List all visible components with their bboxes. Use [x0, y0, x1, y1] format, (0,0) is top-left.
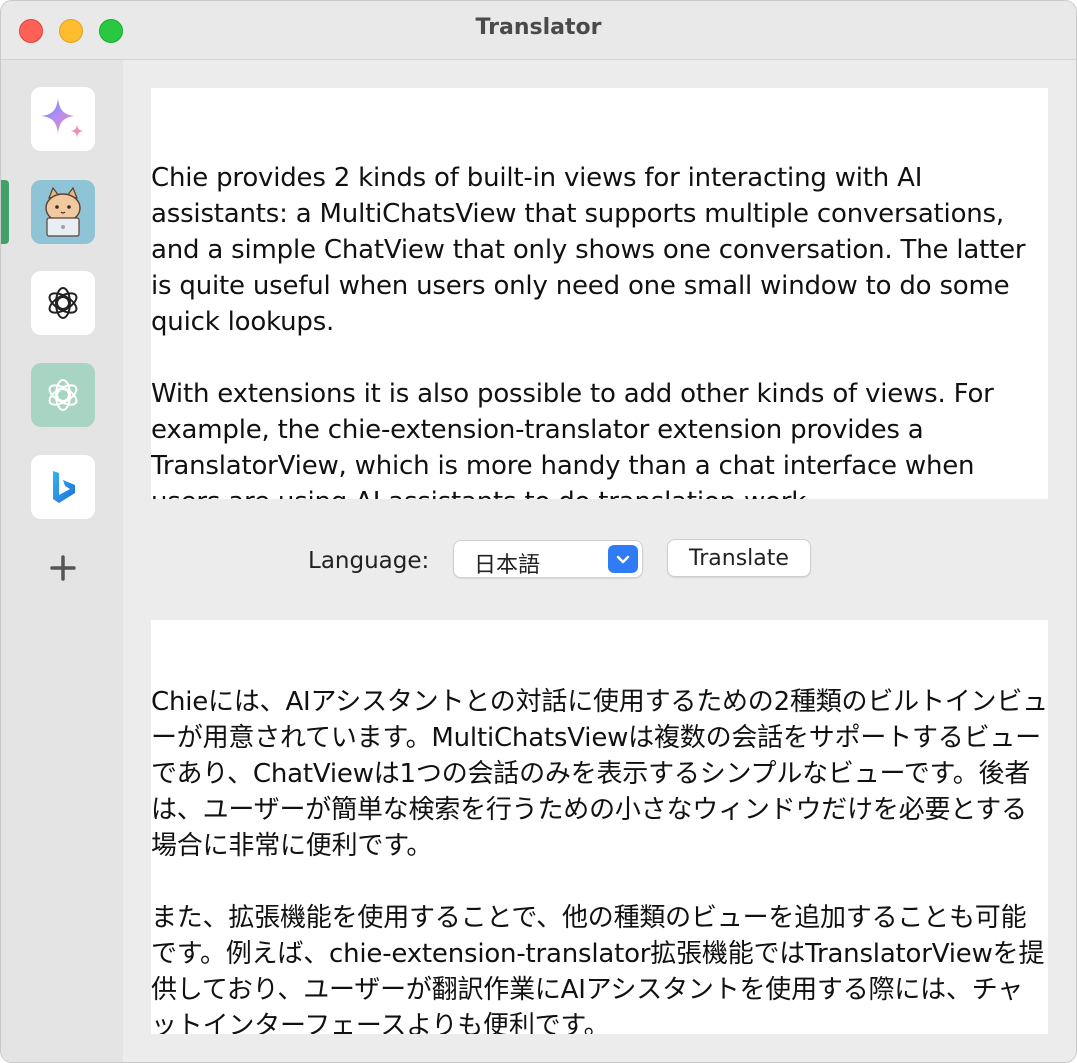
- translate-button[interactable]: Translate: [667, 539, 811, 577]
- source-text-content: Chie provides 2 kinds of built-in views …: [151, 163, 1026, 499]
- openai-icon: [48, 379, 78, 411]
- bing-icon: [53, 471, 75, 503]
- plus-icon: [50, 555, 76, 581]
- translator-view: Chie provides 2 kinds of built-in views …: [123, 60, 1076, 1062]
- add-assistant-button[interactable]: [45, 550, 81, 586]
- chevron-down-icon: [608, 545, 638, 573]
- source-text-input[interactable]: Chie provides 2 kinds of built-in views …: [151, 88, 1048, 499]
- openai-icon: [48, 287, 78, 319]
- translate-controls: Language: 日本語 Translate: [123, 538, 1076, 584]
- translation-output-content: Chieには、AIアシスタントとの対話に使用するための2種類のビルトインビューが…: [151, 687, 1048, 1034]
- assistant-sidebar: [1, 60, 123, 1062]
- window-title: Translator: [475, 15, 602, 40]
- sidebar-item-gemini[interactable]: [31, 87, 95, 151]
- selected-indicator: [1, 180, 9, 244]
- sidebar-item-bing[interactable]: [31, 455, 95, 519]
- language-select-value: 日本語: [474, 553, 541, 578]
- language-select[interactable]: 日本語: [453, 540, 643, 578]
- sidebar-item-chatgpt[interactable]: [31, 271, 95, 335]
- translation-output[interactable]: Chieには、AIアシスタントとの対話に使用するための2種類のビルトインビューが…: [151, 620, 1048, 1034]
- app-window: Translator Chie provides 2 kinds of buil…: [0, 0, 1077, 1063]
- sidebar-item-chatgpt-green[interactable]: [31, 363, 95, 427]
- language-label: Language:: [308, 548, 430, 574]
- title-bar: Translator: [1, 1, 1076, 60]
- cat-laptop-avatar-icon: [33, 182, 93, 242]
- sparkle-icon: [41, 98, 84, 138]
- sidebar-item-cat-assistant[interactable]: [31, 180, 95, 244]
